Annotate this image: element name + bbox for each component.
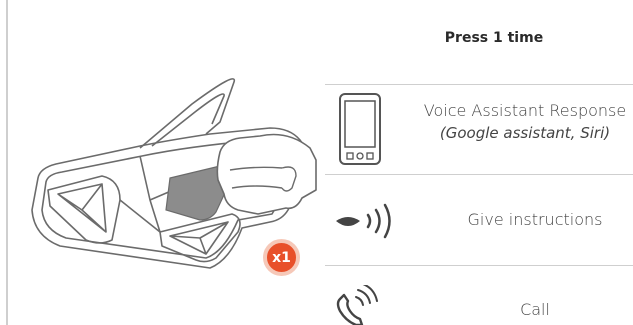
give-instructions-label: Give instructions: [467, 210, 603, 229]
left-triangle-pad: [47, 175, 121, 244]
row-divider: [325, 265, 633, 266]
voice-assistant-row: Voice Assistant Response (Google assista…: [405, 100, 633, 144]
pressing-finger: [216, 133, 317, 215]
row-divider: [325, 84, 633, 85]
phone-call-icon: [336, 285, 378, 325]
speaking-mouth-icon: [336, 203, 391, 239]
row-divider: [325, 174, 633, 175]
call-label: Call: [520, 300, 550, 319]
smartphone-icon: [339, 93, 381, 165]
section-title: Press 1 time: [444, 30, 544, 46]
voice-assistant-sublabel: (Google assistant, Siri): [439, 124, 611, 142]
voice-assistant-label: Voice Assistant Response: [423, 101, 627, 120]
left-page-rule: [6, 0, 8, 325]
press-count-badge: x1: [263, 239, 300, 276]
